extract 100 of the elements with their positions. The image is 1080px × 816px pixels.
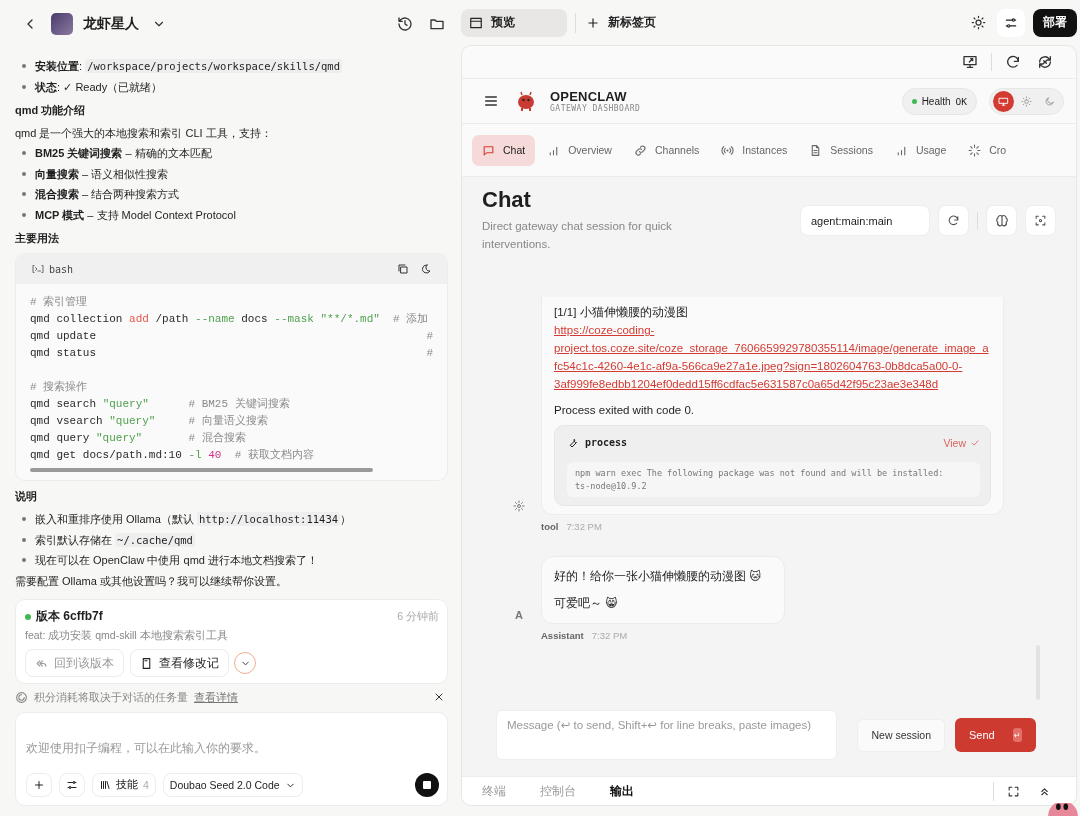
model-dropdown[interactable]: Doubao Seed 2.0 Code xyxy=(162,773,303,797)
code-line: qmd get docs/path.md:10 -l 40 # 获取文档内容 xyxy=(30,448,315,463)
new-tab-button[interactable]: 新标签页 xyxy=(575,12,666,33)
new-session-button[interactable]: New session xyxy=(857,718,945,752)
deploy-button[interactable]: 部署 xyxy=(1033,8,1077,37)
code-line: # 搜索操作 xyxy=(30,379,89,395)
plus-icon xyxy=(586,15,600,30)
reset-icon xyxy=(1037,54,1053,70)
theme-mode-button[interactable] xyxy=(993,90,1014,112)
copy-icon xyxy=(397,263,409,275)
document-icon xyxy=(140,656,153,670)
bottom-tab[interactable]: 终端 xyxy=(470,782,518,800)
nav-tab[interactable]: Cro xyxy=(958,134,1017,166)
nav-tab[interactable]: Sessions xyxy=(799,134,883,166)
message-text: 好的！给你一张小猫伸懒腰的动漫图 🐱 xyxy=(554,569,763,584)
folder-icon xyxy=(429,16,445,32)
list-item: 现在可以在 OpenClaw 中使用 qmd 进行本地文档搜索了！ xyxy=(15,550,318,571)
list-item: 混合搜索 – 结合两种搜索方式 xyxy=(15,184,180,205)
moon-icon xyxy=(1044,95,1055,107)
wrench-icon xyxy=(567,437,579,449)
sender-name: Assistant xyxy=(541,630,584,641)
section-heading: 说明 xyxy=(15,489,38,504)
code-line: qmd query "query" # 混合搜索 xyxy=(30,430,247,446)
mascot-drawing[interactable] xyxy=(1046,803,1080,816)
refresh-icon xyxy=(1005,54,1021,70)
message-time: 7:32 PM xyxy=(591,630,628,641)
sun-icon xyxy=(971,15,986,30)
brand-subtitle: GATEWAY DASHBOARD xyxy=(550,104,641,113)
prompt-field[interactable]: 欢迎使用扣子编程，可以在此输入你的要求。 技能 4 Doubao Seed 2.0 Code xyxy=(15,712,448,806)
tool-name: process xyxy=(585,436,628,450)
health-status: Health OK xyxy=(901,87,977,115)
preview-tab[interactable]: 预览 xyxy=(461,8,567,37)
add-button[interactable] xyxy=(26,773,52,797)
message-time: 7:32 PM xyxy=(566,521,602,532)
details-link[interactable]: 查看详情 xyxy=(194,689,238,705)
settings-button[interactable] xyxy=(997,8,1025,37)
tool-output: npm warn exec The following package was not found and will be installed: ts-node@10.9.2 xyxy=(567,462,980,497)
brand-name: OPENCLAW xyxy=(550,89,628,104)
gear-icon xyxy=(513,500,525,512)
section-heading: 主要用法 xyxy=(15,231,60,246)
page-title: Chat xyxy=(482,187,532,213)
message-input[interactable]: Message (↩ to send, Shift+↩ for line breaks, paste images) xyxy=(496,710,838,760)
crescent-icon xyxy=(420,263,432,275)
books-icon xyxy=(99,779,111,791)
menu-icon xyxy=(483,93,499,109)
code-language: bash xyxy=(49,263,74,275)
message-text: 可爱吧～ 😸 xyxy=(554,596,619,611)
image-link[interactable]: https://coze-coding-project.tos.coze.site/coze_storage_7606659929780355114/image/generate_image_afc54c1c-4260-4e1c-af9a-566ca9e27a1e.jpeg?sign=1802604763-0b8dca5a00-0-3af999fe8edbb1204ef0dedd15ff6cdfac5e631587c0a65d42f95c23ae3e348d xyxy=(554,321,991,393)
nav-tab[interactable]: Instances xyxy=(711,134,798,166)
code-line: qmd collection add /path --name docs --mask "**/*.md" # 添加 xyxy=(30,312,430,327)
code-line: qmd search "query" # BM25 关键词搜索 xyxy=(30,396,291,412)
refresh-icon xyxy=(947,214,960,227)
sun-icon xyxy=(1021,95,1032,107)
send-button[interactable]: Send ↵ xyxy=(955,718,1036,752)
list-item: 状态: ✓ Ready（已就绪） xyxy=(15,76,163,97)
code-line: # 索引管理 xyxy=(30,294,89,310)
brain-icon xyxy=(994,213,1009,228)
notice-text: 积分消耗将取决于对话的任务量 xyxy=(34,689,188,705)
sliders-icon xyxy=(1004,15,1018,30)
list-item: BM25 关键词搜索 – 精确的文本匹配 xyxy=(15,143,212,164)
bottom-tab[interactable]: 控制台 xyxy=(528,782,588,800)
loader-icon xyxy=(968,143,982,157)
skills-button[interactable]: 技能 4 xyxy=(92,773,156,797)
paragraph: 需要配置 Ollama 或其他设置吗？我可以继续帮你设置。 xyxy=(15,573,288,589)
list-item: MCP 模式 – 支持 Model Context Protocol xyxy=(15,204,236,225)
version-title: 版本 6cffb7f xyxy=(36,608,103,625)
bottom-tab[interactable]: 输出 xyxy=(598,782,646,800)
nav-tab[interactable]: Channels xyxy=(623,134,710,166)
terminal-icon xyxy=(32,263,44,275)
section-heading: qmd 功能介绍 xyxy=(15,103,87,118)
monitor-icon xyxy=(962,54,978,70)
session-field[interactable]: agent:main:main xyxy=(800,205,930,236)
nav-tab[interactable]: Chat xyxy=(472,134,536,166)
commit-message: feat: 成功安装 qmd-skill 本地搜索索引工具 xyxy=(25,629,229,643)
message-text: [1/1] 小猫伸懒腰的动漫图 xyxy=(554,305,689,320)
avatar-image xyxy=(51,13,73,35)
page-subtitle: Direct gateway chat session for quick interventions. xyxy=(482,219,673,252)
nav-tab[interactable]: Usage xyxy=(884,134,957,166)
monitor-icon xyxy=(998,95,1009,107)
message-text: Process exited with code 0. xyxy=(554,403,695,418)
list-item: 嵌入和重排序使用 Ollama（默认 http://localhost:11434 ） xyxy=(15,509,352,530)
window-icon xyxy=(469,15,483,30)
timestamp: 6 分钟前 xyxy=(397,609,439,624)
check-icon xyxy=(970,438,980,448)
chat-icon xyxy=(482,143,495,157)
nav-tab[interactable]: Overview xyxy=(537,134,622,166)
scrollbar[interactable] xyxy=(30,468,373,472)
sender-name: tool xyxy=(541,521,559,532)
thinking-button[interactable] xyxy=(986,205,1017,236)
settings-button[interactable] xyxy=(59,773,85,797)
assistant-avatar: A xyxy=(514,608,524,623)
sliders-icon xyxy=(66,779,78,791)
focus-button[interactable] xyxy=(1025,205,1056,236)
paragraph: qmd 是一个强大的本地搜索和索引 CLI 工具，支持： xyxy=(15,126,273,141)
stop-button[interactable] xyxy=(415,773,439,797)
project-title: 龙虾星人 xyxy=(83,15,139,33)
changes-button[interactable]: 查看修改记 xyxy=(130,649,229,677)
spiral-icon xyxy=(15,690,28,704)
view-button[interactable]: View xyxy=(943,437,980,449)
code-line: qmd vsearch "query" # 向量语义搜索 xyxy=(30,413,269,429)
